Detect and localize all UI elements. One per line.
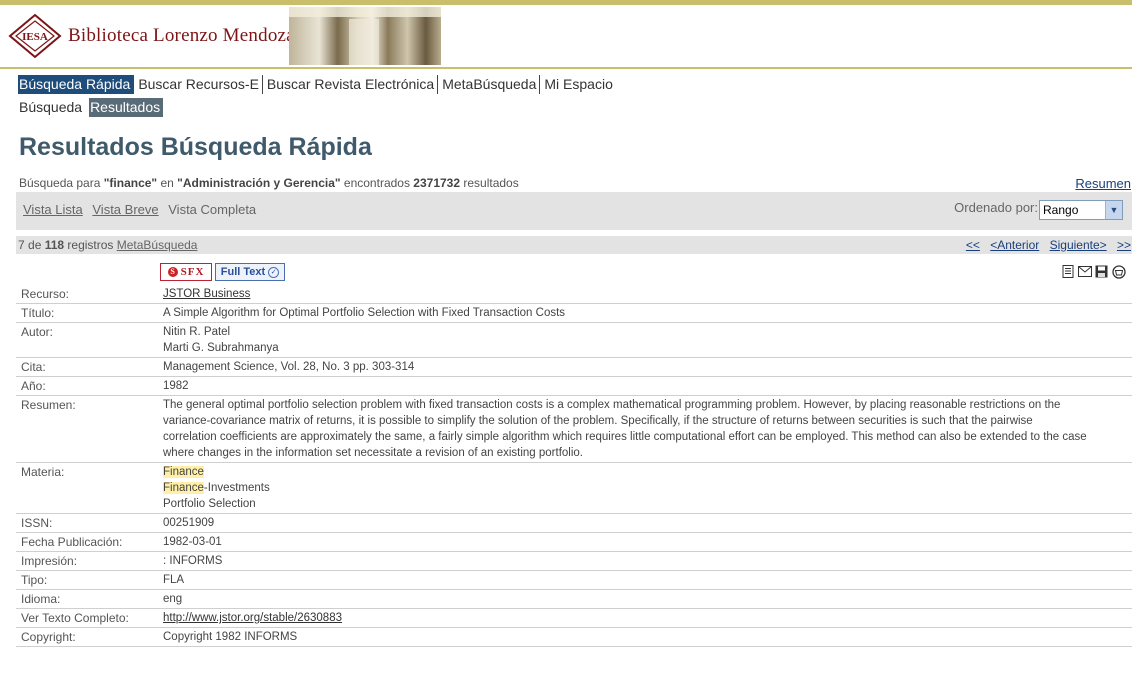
sort-label: Ordenado por:	[954, 200, 1038, 215]
view-options-bar: Vista Lista Vista Breve Vista Completa O…	[16, 192, 1132, 230]
library-photo	[289, 7, 441, 65]
table-row: ISSN: 00251909	[16, 513, 1132, 533]
impresion-value: : INFORMS	[145, 551, 1132, 571]
copyright-value: Copyright 1982 INFORMS	[145, 627, 1132, 647]
field-label: ISSN:	[16, 513, 145, 533]
metabusqueda-link[interactable]: MetaBúsqueda	[117, 238, 198, 252]
save-icon[interactable]	[1094, 264, 1109, 279]
page-title: Resultados Búsqueda Rápida	[19, 133, 372, 161]
record-tools	[1060, 264, 1126, 279]
tipo-value: FLA	[145, 570, 1132, 590]
nav-buscar-recursos[interactable]: Buscar Recursos-E	[137, 75, 263, 94]
basket-icon[interactable]	[1111, 264, 1126, 279]
search-highlight: Finance	[163, 482, 204, 494]
idioma-value: eng	[145, 589, 1132, 609]
table-row: Impresión: : INFORMS	[16, 551, 1132, 571]
table-row: Autor: Nitin R. Patel Marti G. Subrahman…	[16, 322, 1132, 358]
author-name: Marti G. Subrahmanya	[163, 342, 279, 354]
nav-busqueda-rapida[interactable]: Búsqueda Rápida	[18, 75, 135, 94]
record-count: 7 de 118 registros MetaBúsqueda	[18, 238, 198, 252]
next-link[interactable]: Siguiente>	[1050, 238, 1107, 252]
field-label: Materia:	[16, 462, 145, 514]
full-text-link[interactable]: http://www.jstor.org/stable/2630883	[163, 612, 342, 624]
abstract-line: where changes in the information set nec…	[163, 447, 583, 459]
table-row: Resumen: The general optimal portfolio s…	[16, 395, 1132, 463]
table-row: Título: A Simple Algorithm for Optimal P…	[16, 303, 1132, 323]
issn-value: 00251909	[145, 513, 1132, 533]
anio-value: 1982	[145, 376, 1132, 396]
check-icon: ✓	[268, 266, 280, 278]
sort-value: Rango	[1043, 203, 1079, 217]
cita-value: Management Science, Vol. 28, No. 3 pp. 3…	[145, 357, 1132, 377]
nav-mi-espacio[interactable]: Mi Espacio	[543, 75, 615, 94]
resumen-link[interactable]: Resumen	[1075, 176, 1131, 191]
previous-link[interactable]: <Anterior	[990, 238, 1039, 252]
pager: << <Anterior Siguiente> >>	[959, 238, 1131, 252]
subnav-resultados[interactable]: Resultados	[89, 98, 164, 117]
table-row: Fecha Publicación: 1982-03-01	[16, 532, 1132, 552]
search-highlight: Finance	[163, 466, 204, 478]
field-label: Año:	[16, 376, 145, 396]
table-row: Cita: Management Science, Vol. 28, No. 3…	[16, 357, 1132, 377]
vista-completa-label: Vista Completa	[168, 202, 257, 217]
full-text-button[interactable]: Full Text ✓	[215, 263, 285, 281]
nav-buscar-revista[interactable]: Buscar Revista Electrónica	[266, 75, 439, 94]
mail-icon[interactable]	[1077, 264, 1092, 279]
field-label: Impresión:	[16, 551, 145, 571]
field-label: Ver Texto Completo:	[16, 608, 145, 628]
first-page-link[interactable]: <<	[966, 238, 980, 252]
table-row: Ver Texto Completo: http://www.jstor.org…	[16, 608, 1132, 628]
table-row: Tipo: FLA	[16, 570, 1132, 590]
svg-text:IESA: IESA	[22, 31, 48, 43]
subject-item[interactable]: Finance-Investments	[163, 480, 1132, 496]
abstract-line: The general optimal portfolio selection …	[163, 399, 1061, 411]
table-row: Materia: Finance Finance-Investments Por…	[16, 462, 1132, 514]
vista-lista-link[interactable]: Vista Lista	[23, 202, 83, 217]
search-summary: Búsqueda para "finance" en "Administraci…	[19, 176, 519, 190]
table-row: Año: 1982	[16, 376, 1132, 396]
abstract-line: correlation coefficients are approximate…	[163, 431, 1087, 443]
abstract-line: variance-covariance matrix of returns, i…	[163, 415, 1033, 427]
field-label: Autor:	[16, 322, 145, 358]
chevron-down-icon[interactable]: ▼	[1105, 201, 1122, 219]
field-label: Recurso:	[16, 285, 145, 304]
primary-nav: Búsqueda Rápida Buscar Recursos-E Buscar…	[18, 75, 619, 94]
site-header: IESA Biblioteca Lorenzo Mendoza Fleury	[0, 5, 1132, 69]
subject-item[interactable]: Portfolio Selection	[163, 496, 1132, 512]
sfx-logo-icon: S	[167, 267, 178, 277]
field-label: Cita:	[16, 357, 145, 377]
field-label: Resumen:	[16, 395, 145, 463]
secondary-nav: Búsqueda Resultados	[18, 98, 167, 117]
sfx-button[interactable]: S SFX	[160, 263, 212, 281]
table-row: Recurso: JSTOR Business	[16, 285, 1132, 304]
last-page-link[interactable]: >>	[1117, 238, 1131, 252]
sort-select[interactable]: Rango ▼	[1039, 200, 1123, 220]
subnav-busqueda[interactable]: Búsqueda	[18, 98, 85, 117]
field-label: Idioma:	[16, 589, 145, 609]
field-label: Título:	[16, 303, 145, 323]
vista-breve-link[interactable]: Vista Breve	[92, 202, 158, 217]
table-row: Idioma: eng	[16, 589, 1132, 609]
fecha-value: 1982-03-01	[145, 532, 1132, 552]
iesa-logo-icon[interactable]: IESA	[8, 13, 62, 59]
subject-item[interactable]: Finance	[163, 464, 1132, 480]
table-row: Copyright: Copyright 1982 INFORMS	[16, 627, 1132, 647]
nav-metabusqueda[interactable]: MetaBúsqueda	[441, 75, 541, 94]
field-label: Fecha Publicación:	[16, 532, 145, 552]
field-label: Copyright:	[16, 627, 145, 647]
author-name: Nitin R. Patel	[163, 326, 231, 338]
field-label: Tipo:	[16, 570, 145, 590]
titulo-value: A Simple Algorithm for Optimal Portfolio…	[145, 303, 1132, 323]
recurso-link[interactable]: JSTOR Business	[163, 288, 250, 300]
list-icon[interactable]	[1060, 264, 1075, 279]
link-resolver-badges: S SFX Full Text ✓	[160, 263, 285, 281]
record-details-table: Recurso: JSTOR Business Título: A Simple…	[16, 285, 1132, 647]
record-navigation-bar: 7 de 118 registros MetaBúsqueda << <Ante…	[16, 236, 1132, 254]
